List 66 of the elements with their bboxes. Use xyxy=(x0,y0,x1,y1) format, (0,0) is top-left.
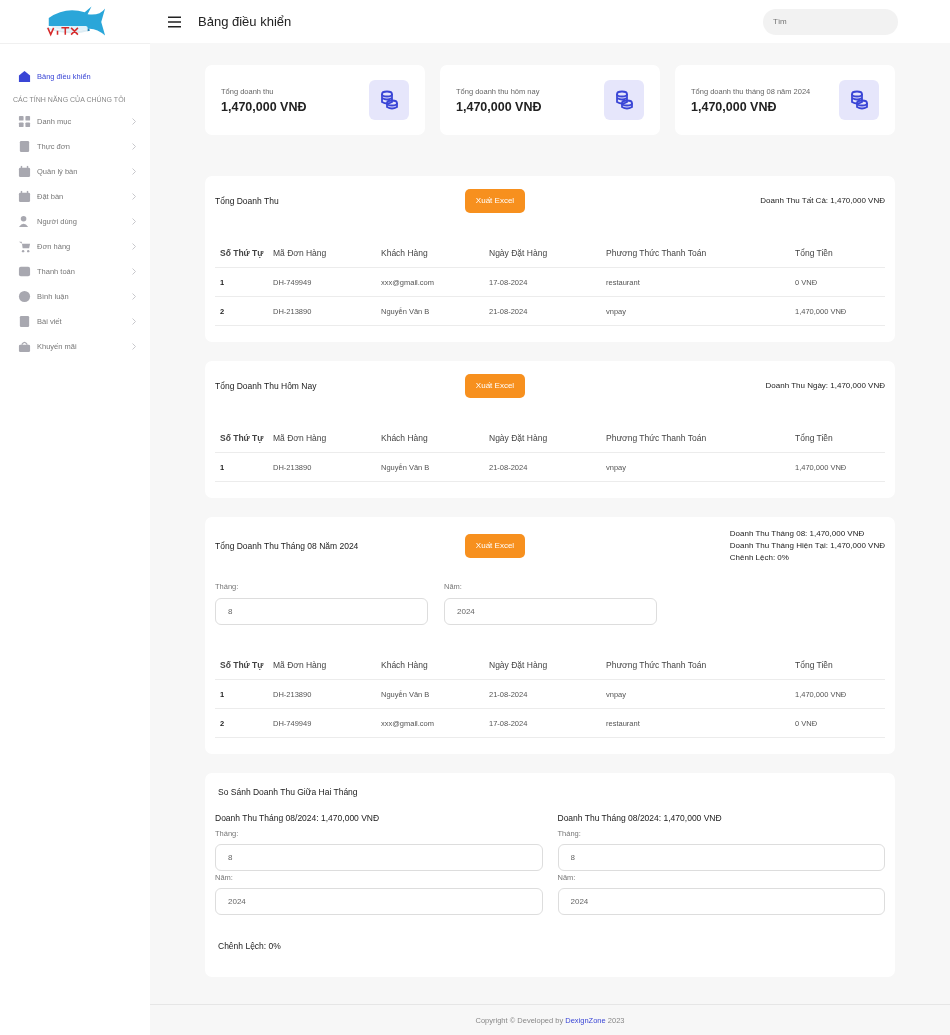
column-header: Mã Đơn Hàng xyxy=(273,433,328,443)
input-field[interactable]: 2024 xyxy=(444,598,657,625)
grid-icon xyxy=(18,115,31,128)
chevron-icon xyxy=(132,118,136,125)
input-field[interactable]: 2024 xyxy=(215,888,543,915)
column-header: Tổng Tiền xyxy=(795,433,834,443)
column-header: Tổng Tiền xyxy=(795,248,834,258)
input-field[interactable]: 8 xyxy=(557,844,885,871)
column-header: Khách Hàng xyxy=(381,660,429,670)
users-icon xyxy=(18,215,31,228)
column-header: Số Thứ Tự xyxy=(220,248,265,258)
input-field[interactable]: 8 xyxy=(215,598,428,625)
chevron-icon xyxy=(132,193,136,200)
column-header: Phương Thức Thanh Toán xyxy=(606,433,708,443)
menu-icon[interactable] xyxy=(168,15,181,28)
input-field[interactable]: 2024 xyxy=(557,888,885,915)
stat-value: 1,470,000 VNĐ xyxy=(456,99,543,114)
column-header: Ngày Đặt Hàng xyxy=(489,433,549,443)
difference-text: Chênh Lệch: 0% xyxy=(218,941,282,951)
calendar-icon xyxy=(18,165,31,178)
column-header: Ngày Đặt Hàng xyxy=(489,660,549,670)
column-header: Tổng Tiền xyxy=(795,660,834,670)
column-header: Mã Đơn Hàng xyxy=(273,660,328,670)
month-revenue: Doanh Thu Tháng 08/2024: 1,470,000 VNĐ xyxy=(557,813,723,823)
column-header: Khách Hàng xyxy=(381,433,429,443)
column-header: Phương Thức Thanh Toán xyxy=(606,660,708,670)
calendar-icon xyxy=(18,190,31,203)
chevron-icon xyxy=(132,143,136,150)
coins-icon xyxy=(604,80,644,120)
chevron-icon xyxy=(132,343,136,350)
search-field[interactable]: Tìm xyxy=(763,8,898,35)
month-revenue: Doanh Thu Tháng 08/2024: 1,470,000 VNĐ xyxy=(215,813,381,823)
column-header: Phương Thức Thanh Toán xyxy=(606,248,708,258)
summary-text: Doanh Thu Ngày: 1,470,000 VNĐ xyxy=(765,381,885,390)
doc-icon xyxy=(18,315,31,328)
wallet-icon xyxy=(18,265,31,278)
bag-icon xyxy=(18,340,31,353)
card-title: Tổng Doanh Thu Tháng 08 Năm 2024 xyxy=(215,540,360,551)
column-header: Số Thứ Tự xyxy=(220,433,265,443)
chevron-icon xyxy=(132,268,136,275)
summary-text: Doanh Thu Tháng Hiện Tại: 1,470,000 VNĐ xyxy=(729,541,885,550)
card-title: Tổng Doanh Thu xyxy=(215,195,280,206)
cart-icon xyxy=(18,240,31,253)
summary-text: Doanh Thu Tháng 08: 1,470,000 VNĐ xyxy=(729,529,866,538)
page-title: Bảng điều khiển xyxy=(198,14,292,29)
chevron-icon xyxy=(132,293,136,300)
column-header: Số Thứ Tự xyxy=(220,660,265,670)
summary-text: Chênh Lệch: 0% xyxy=(729,553,790,562)
input-field[interactable]: 8 xyxy=(215,844,543,871)
stat-value: 1,470,000 VNĐ xyxy=(691,99,778,114)
coins-icon xyxy=(839,80,879,120)
home-icon xyxy=(18,70,31,83)
card-title: So Sánh Doanh Thu Giữa Hai Tháng xyxy=(218,787,359,797)
summary-text: Doanh Thu Tất Cả: 1,470,000 VNĐ xyxy=(760,196,885,205)
column-header: Ngày Đặt Hàng xyxy=(489,248,549,258)
stat-value: 1,470,000 VNĐ xyxy=(221,99,308,114)
column-header: Khách Hàng xyxy=(381,248,429,258)
chevron-icon xyxy=(132,318,136,325)
chevron-icon xyxy=(132,218,136,225)
doc-icon xyxy=(18,140,31,153)
chevron-icon xyxy=(132,243,136,250)
coins-icon xyxy=(369,80,409,120)
chat-icon xyxy=(18,290,31,303)
column-header: Mã Đơn Hàng xyxy=(273,248,328,258)
chevron-icon xyxy=(132,168,136,175)
card-title: Tổng Doanh Thu Hôm Nay xyxy=(215,380,318,391)
